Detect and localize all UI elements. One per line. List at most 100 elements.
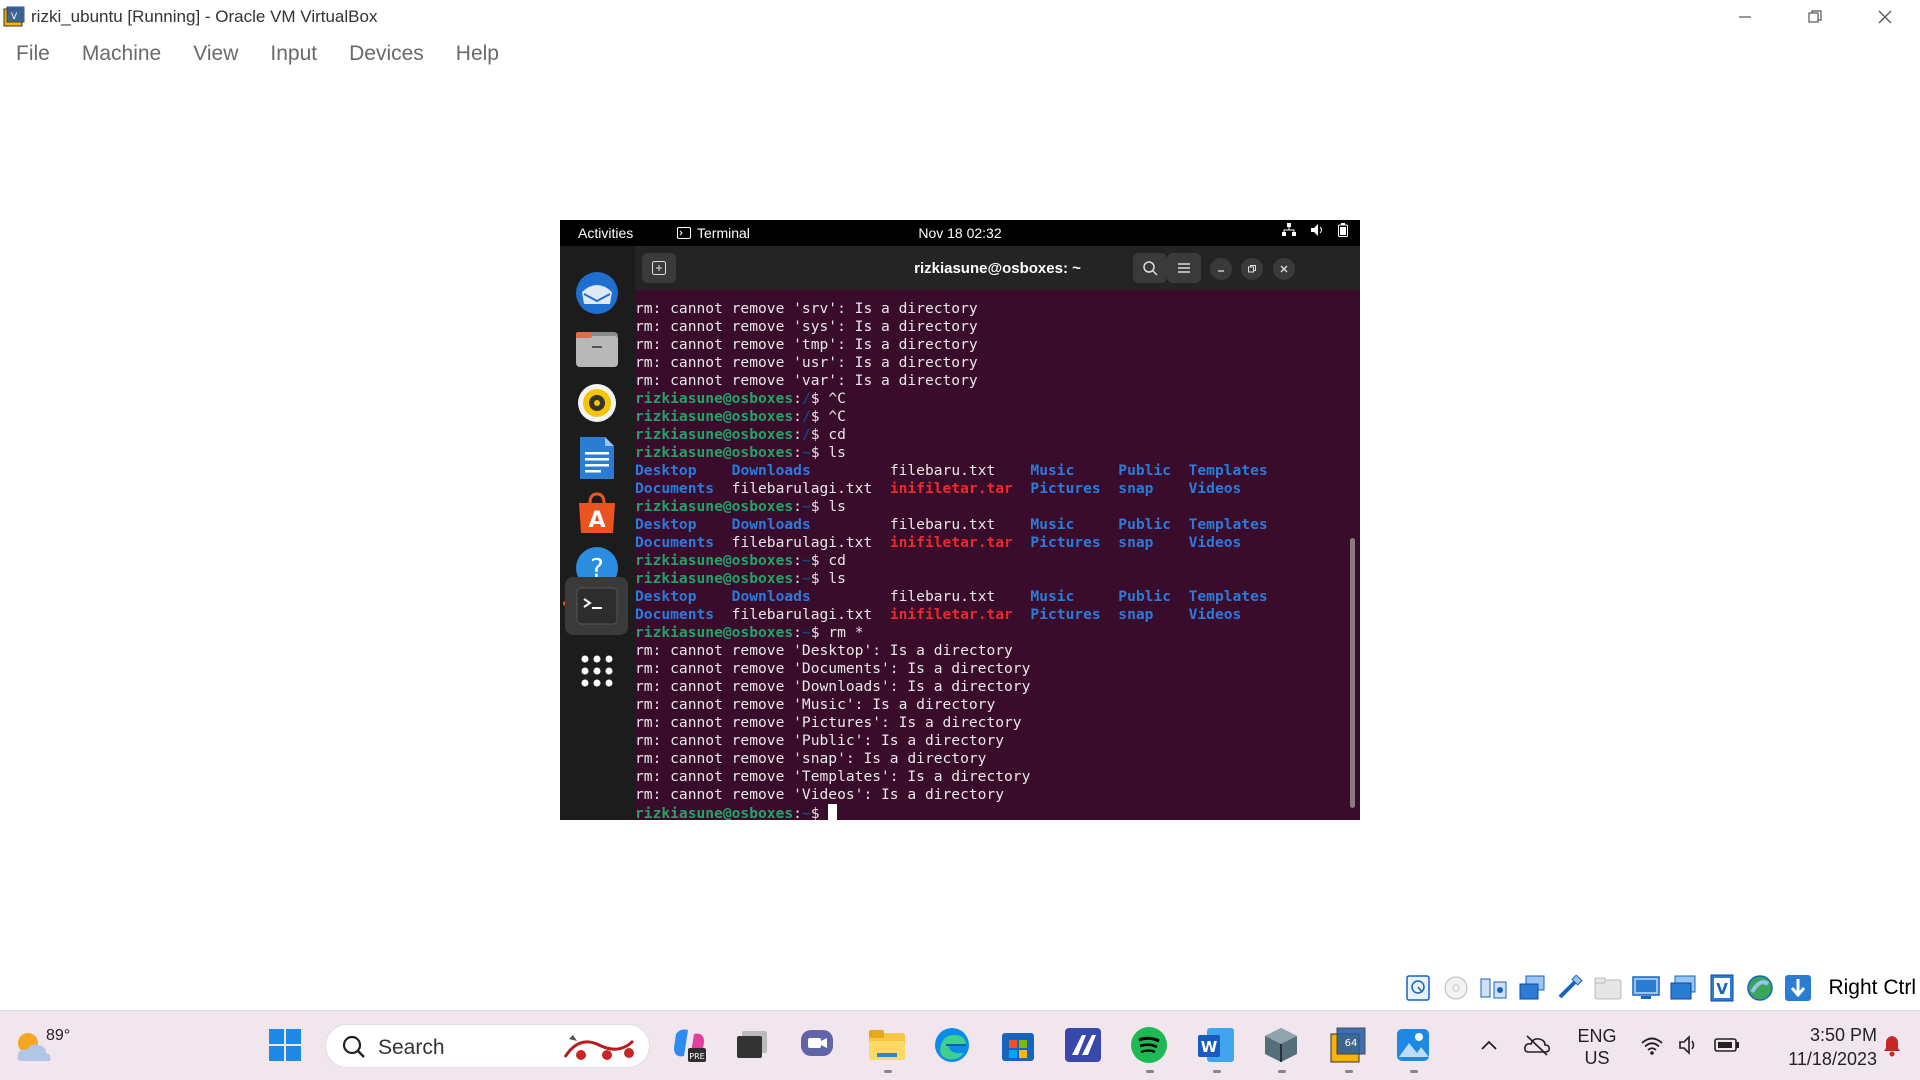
input-language-indicator[interactable]: ENG US xyxy=(1572,1025,1622,1069)
taskbar-design-app[interactable] xyxy=(1061,1023,1105,1067)
vbox-audio-status[interactable] xyxy=(1478,972,1510,1004)
spotify-icon xyxy=(1131,1027,1167,1063)
terminal-restore-button[interactable] xyxy=(1241,258,1263,280)
output-text: rm: cannot remove 'sys': Is a directory xyxy=(635,318,978,335)
menu-file[interactable]: File xyxy=(0,36,66,72)
taskbar-search[interactable]: Search xyxy=(325,1024,650,1068)
guest-screen[interactable]: Activities Terminal Nov 18 02:32 A ? riz… xyxy=(560,220,1360,820)
terminal-prompt-line: rizkiasune@osboxes:/$ ^C xyxy=(635,390,846,407)
ls-entry: Documents xyxy=(635,480,715,497)
menu-machine[interactable]: Machine xyxy=(66,36,177,72)
quick-settings-button[interactable] xyxy=(1630,1023,1750,1067)
shared-folder-icon xyxy=(1594,977,1622,1000)
minimize-button[interactable] xyxy=(1710,0,1780,34)
dock-show-apps[interactable] xyxy=(572,646,622,696)
taskbar-copilot[interactable]: PRE xyxy=(667,1023,711,1067)
taskbar-clock[interactable]: 3:50 PM 11/18/2023 xyxy=(1752,1023,1877,1071)
prompt-user: rizkiasune@osboxes xyxy=(635,408,794,425)
vbox-shared-folders-status[interactable] xyxy=(1592,972,1624,1004)
vbox-vtx-status[interactable]: V xyxy=(1706,972,1738,1004)
terminal-output-line: rm: cannot remove 'var': Is a directory xyxy=(635,372,1345,390)
taskbar-edge[interactable] xyxy=(930,1023,974,1067)
onedrive-button[interactable] xyxy=(1517,1023,1557,1067)
virtual-machine-icon xyxy=(1265,1028,1297,1062)
prompt-command: cd xyxy=(819,552,846,569)
taskbar-virtualbox[interactable]: 64 xyxy=(1326,1023,1370,1073)
taskbar-chat[interactable] xyxy=(796,1023,840,1067)
vbox-optical-status[interactable] xyxy=(1440,972,1472,1004)
running-indicator xyxy=(1410,1070,1418,1073)
vbox-status-bar: V Right Ctrl xyxy=(1402,970,1920,1006)
host-key-label[interactable]: Right Ctrl xyxy=(1828,976,1916,1000)
start-button[interactable] xyxy=(263,1023,307,1067)
dock-app-center[interactable]: A xyxy=(572,488,622,538)
taskbar-word[interactable]: W xyxy=(1194,1023,1238,1073)
terminal-minimize-button[interactable] xyxy=(1210,258,1232,280)
dock-files[interactable] xyxy=(572,323,622,373)
topbar-clock[interactable]: Nov 18 02:32 xyxy=(918,225,1001,241)
taskbar-spotify[interactable] xyxy=(1127,1023,1171,1073)
ls-entry: Music xyxy=(1030,516,1075,533)
dock-writer[interactable] xyxy=(572,433,622,483)
vbox-recording-status[interactable] xyxy=(1668,972,1700,1004)
activities-button[interactable]: Activities xyxy=(578,225,633,241)
vbox-storage-status[interactable] xyxy=(1402,972,1434,1004)
weather-widget[interactable]: 89° xyxy=(14,1017,70,1073)
taskbar-task-view[interactable] xyxy=(730,1023,774,1067)
running-indicator xyxy=(884,1070,892,1073)
vbox-display-status[interactable] xyxy=(1630,972,1662,1004)
search-icon xyxy=(342,1035,365,1058)
dock-thunderbird[interactable] xyxy=(572,268,622,318)
taskbar-microsoft-store[interactable] xyxy=(996,1023,1040,1067)
menu-input[interactable]: Input xyxy=(254,36,333,72)
menu-view[interactable]: View xyxy=(177,36,254,72)
ls-entry: inifiletar.tar xyxy=(889,534,1013,551)
terminal-output-line: rm: cannot remove 'tmp': Is a directory xyxy=(635,336,1345,354)
close-button[interactable] xyxy=(1850,0,1920,34)
restore-button[interactable] xyxy=(1780,0,1850,34)
menu-devices[interactable]: Devices xyxy=(333,36,440,72)
vbox-mouse-integration-status[interactable] xyxy=(1744,972,1776,1004)
ls-entry: Downloads xyxy=(731,588,811,605)
menu-help[interactable]: Help xyxy=(440,36,515,72)
taskbar-file-explorer[interactable] xyxy=(865,1023,909,1073)
task-view-icon xyxy=(737,1031,767,1058)
show-hidden-icons-button[interactable] xyxy=(1469,1023,1509,1067)
dock-rhythmbox[interactable] xyxy=(572,378,622,428)
menubar: File Machine View Input Devices Help xyxy=(0,36,515,72)
svg-text:W: W xyxy=(1201,1038,1218,1056)
prompt-path: / xyxy=(801,390,811,407)
system-menu[interactable] xyxy=(1282,223,1348,237)
vbox-keyboard-capture-status[interactable] xyxy=(1782,972,1814,1004)
prompt-user: rizkiasune@osboxes xyxy=(635,390,794,407)
vbox-usb-status[interactable] xyxy=(1554,972,1586,1004)
terminal-menu-button[interactable] xyxy=(1167,253,1201,283)
terminal-window[interactable]: rizkiasune@osboxes: ~ rm: cannot remove … xyxy=(635,246,1360,820)
ubuntu-dock: A ? xyxy=(560,246,635,820)
dock-terminal[interactable] xyxy=(565,577,628,635)
terminal-output-line: rm: cannot remove 'sys': Is a directory xyxy=(635,318,1345,336)
notifications-button[interactable] xyxy=(1872,1023,1912,1067)
store-icon xyxy=(1002,1033,1034,1061)
output-text: rm: cannot remove 'tmp': Is a directory xyxy=(635,336,978,353)
vbox-network-status[interactable] xyxy=(1516,972,1548,1004)
taskbar-photos[interactable] xyxy=(1391,1023,1435,1073)
ls-entry: Public xyxy=(1118,516,1172,533)
output-text: rm: cannot remove 'srv': Is a directory xyxy=(635,300,978,317)
app-menu[interactable]: Terminal xyxy=(677,225,750,241)
terminal-close-button[interactable] xyxy=(1273,258,1295,280)
terminal-output[interactable]: rm: cannot remove 'srv': Is a directory r… xyxy=(635,300,1345,820)
files-icon xyxy=(576,332,618,367)
mouse-integration-icon xyxy=(1747,975,1774,1001)
terminal-output-line: rm: cannot remove 'Downloads': Is a dire… xyxy=(635,678,1345,696)
taskbar-virtualbox-vm[interactable] xyxy=(1259,1023,1303,1073)
new-tab-button[interactable] xyxy=(642,253,676,283)
search-placeholder: Search xyxy=(378,1036,445,1059)
speaker-icon xyxy=(1679,1035,1695,1055)
terminal-scrollbar[interactable] xyxy=(1350,538,1355,808)
cloud-offline-icon xyxy=(1524,1035,1550,1056)
usb-icon xyxy=(1559,975,1584,999)
app-menu-label: Terminal xyxy=(697,225,750,241)
prompt-path: / xyxy=(801,426,811,443)
terminal-search-button[interactable] xyxy=(1133,253,1167,283)
